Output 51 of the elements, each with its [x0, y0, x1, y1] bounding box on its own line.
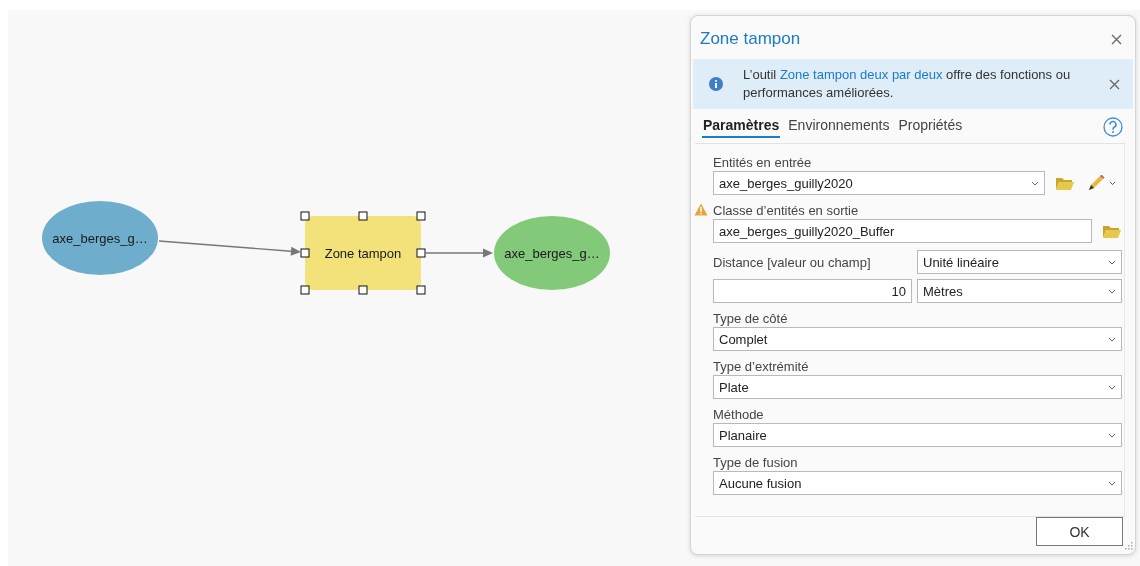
dropdown-field[interactable]: axe_berges_guilly2020: [713, 171, 1045, 195]
chevron-icon: [1108, 432, 1116, 438]
chevron-icon: [1108, 384, 1116, 390]
resize-handle[interactable]: [416, 285, 426, 295]
tab[interactable]: Paramètres: [702, 115, 781, 138]
dropdown-field[interactable]: Planaire: [713, 423, 1122, 447]
data-node[interactable]: [494, 216, 610, 290]
resize-handle[interactable]: [416, 211, 426, 221]
chevron-icon: [1108, 259, 1116, 265]
chevron-icon: [1031, 180, 1039, 186]
resize-handle[interactable]: [300, 285, 310, 295]
input-field[interactable]: 10: [713, 279, 912, 303]
help-icon[interactable]: [1103, 116, 1123, 137]
connector-arrow: [424, 248, 493, 258]
tool-node[interactable]: [305, 216, 421, 290]
resize-handle[interactable]: [300, 211, 310, 221]
chevron-icon: [1108, 480, 1116, 486]
dropdown-field[interactable]: Unité linéaire: [917, 250, 1122, 274]
data-node[interactable]: [42, 201, 158, 275]
pencil-icon[interactable]: [1087, 175, 1117, 191]
field-label: Classe d’entités en sortie: [713, 202, 859, 218]
dropdown-field[interactable]: Aucune fusion: [713, 471, 1122, 495]
tab[interactable]: Propriétés: [897, 115, 964, 138]
field-label: Type de fusion: [713, 454, 798, 470]
dropdown-field[interactable]: Plate: [713, 375, 1122, 399]
field-label: Méthode: [713, 406, 764, 422]
resize-handle[interactable]: [358, 285, 368, 295]
resize-handle[interactable]: [358, 211, 368, 221]
tab[interactable]: Environnements: [787, 115, 891, 138]
input-field[interactable]: axe_berges_guilly2020_Buffer: [713, 219, 1092, 243]
field-label: Type d’extrémité: [713, 358, 809, 374]
dropdown-field[interactable]: Complet: [713, 327, 1122, 351]
dismiss-icon[interactable]: [1109, 78, 1120, 90]
dialog-title: Zone tampon: [700, 29, 801, 49]
field-label: Entités en entrée: [713, 154, 812, 170]
resize-handle[interactable]: [300, 248, 310, 258]
tool-link[interactable]: Zone tampon deux par deux: [779, 67, 943, 82]
resize-handle[interactable]: [416, 248, 426, 258]
node-label: Zone tampon: [324, 246, 402, 261]
dropdown-field[interactable]: Mètres: [917, 279, 1122, 303]
chevron-icon: [1108, 336, 1116, 342]
close-icon[interactable]: [1111, 33, 1122, 45]
node-label: axe_berges_g…: [52, 231, 148, 246]
ok-button[interactable]: OK: [1036, 517, 1123, 546]
field-label: Distance [valeur ou champ]: [713, 254, 872, 270]
field-label: Type de côté: [713, 310, 788, 326]
node-label: axe_berges_g…: [504, 246, 600, 261]
info-message: L’outil Zone tampon deux par deux offre des fonctions ou performances améliorées.: [743, 66, 1072, 102]
info-icon: [709, 77, 723, 91]
resize-grip-icon[interactable]: [1125, 542, 1133, 550]
chevron-icon: [1108, 288, 1116, 294]
